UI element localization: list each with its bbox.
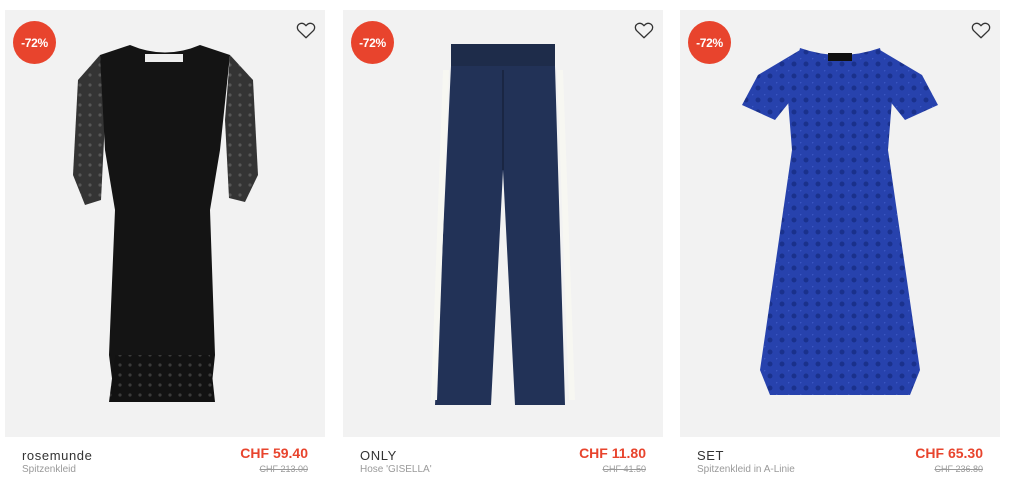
discount-badge: -72% <box>13 21 56 64</box>
product-name: Hose 'GISELLA' <box>360 464 432 475</box>
product-image[interactable]: -72% <box>680 10 1000 437</box>
product-card[interactable]: -72% ONLY Hose 'GISELLA' CHF 11.80 CHF 4… <box>343 10 663 480</box>
product-card[interactable]: -72% SET Spitzenkleid in A-Linie CHF 65.… <box>680 10 1000 480</box>
product-card[interactable]: -72% rosemunde Spitzenkleid CHF 59.40 CH… <box>5 10 325 480</box>
black-lace-dress-image <box>73 45 258 402</box>
wishlist-heart-icon[interactable] <box>632 18 656 42</box>
original-price: CHF 213.00 <box>259 464 308 474</box>
discount-badge: -72% <box>351 21 394 64</box>
product-info[interactable]: rosemunde Spitzenkleid CHF 59.40 CHF 213… <box>5 437 325 480</box>
navy-wide-trousers-image <box>431 44 575 405</box>
original-price: CHF 236.80 <box>934 464 983 474</box>
product-name: Spitzenkleid <box>22 464 76 475</box>
wishlist-heart-icon[interactable] <box>969 18 993 42</box>
wishlist-heart-icon[interactable] <box>294 18 318 42</box>
product-name: Spitzenkleid in A-Linie <box>697 464 795 475</box>
blue-lace-dress-image <box>742 48 938 395</box>
brand-name: ONLY <box>360 448 397 463</box>
sale-price: CHF 11.80 <box>579 445 646 461</box>
discount-badge: -72% <box>688 21 731 64</box>
sale-price: CHF 65.30 <box>915 445 983 461</box>
product-info[interactable]: ONLY Hose 'GISELLA' CHF 11.80 CHF 41.50 <box>343 437 663 480</box>
product-image[interactable]: -72% <box>5 10 325 437</box>
original-price: CHF 41.50 <box>602 464 646 474</box>
brand-name: SET <box>697 448 725 463</box>
product-image[interactable]: -72% <box>343 10 663 437</box>
brand-name: rosemunde <box>22 448 93 463</box>
sale-price: CHF 59.40 <box>240 445 308 461</box>
product-info[interactable]: SET Spitzenkleid in A-Linie CHF 65.30 CH… <box>680 437 1000 480</box>
